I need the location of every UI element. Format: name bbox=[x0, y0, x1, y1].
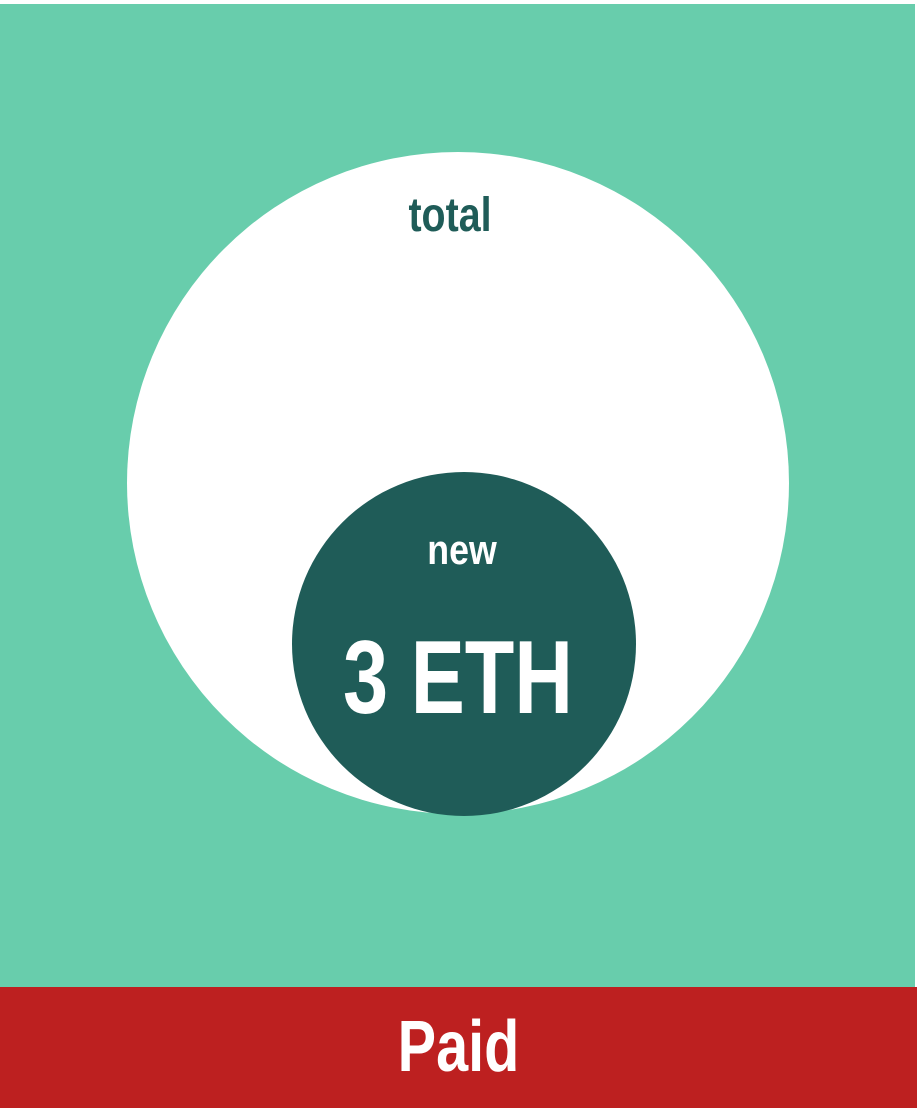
amount-label: 3 ETH bbox=[343, 620, 573, 736]
total-label: total bbox=[408, 189, 492, 242]
status-bar: Paid bbox=[0, 987, 917, 1108]
status-label: Paid bbox=[397, 1007, 520, 1087]
payment-card: total new 3 ETH Paid bbox=[0, 0, 917, 1108]
new-label: new bbox=[427, 526, 497, 573]
